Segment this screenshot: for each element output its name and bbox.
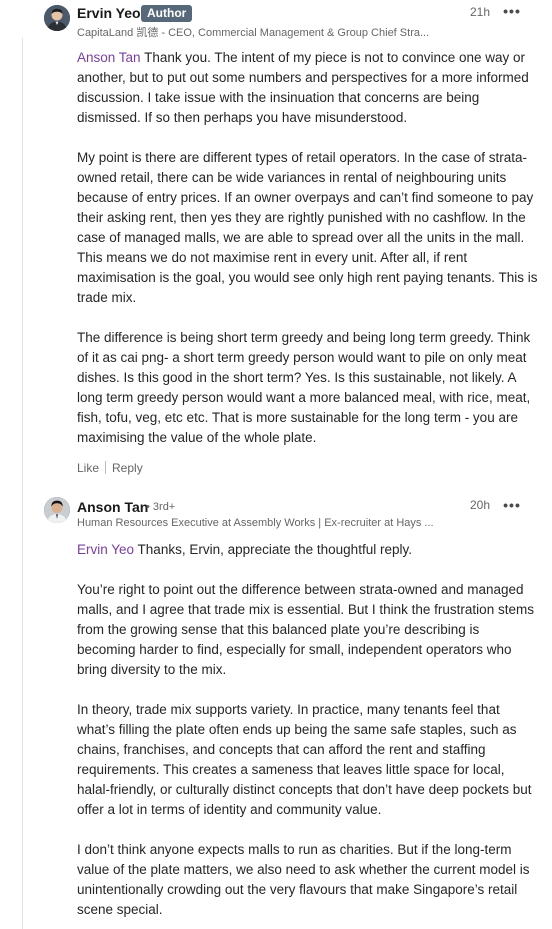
mention-link[interactable]: Ervin Yeo — [77, 542, 134, 557]
thread-line — [22, 38, 23, 929]
comment-paragraph: My point is there are different types of… — [77, 150, 538, 305]
comment-body: Ervin Yeo Thanks, Ervin, appreciate the … — [77, 540, 539, 920]
mention-link[interactable]: Anson Tan — [77, 50, 141, 65]
author-headline: Human Resources Executive at Assembly Wo… — [77, 517, 434, 529]
comment-text: Thanks, Ervin, appreciate the thoughtful… — [134, 542, 412, 557]
comment-paragraph: Anson Tan Thank you. The intent of my pi… — [77, 48, 539, 128]
connection-degree: • 3rd+ — [146, 501, 176, 513]
timestamp: 20h — [470, 498, 491, 512]
comment-paragraph: I don’t think anyone expects malls to ru… — [77, 842, 530, 917]
comment-actions: Like Reply — [77, 461, 143, 475]
comment-paragraph: The difference is being short term greed… — [77, 330, 531, 445]
comment-text: Thank you. The intent of my piece is not… — [77, 50, 529, 125]
author-badge: Author — [141, 5, 193, 22]
comment-paragraph: In theory, trade mix supports variety. I… — [77, 702, 532, 817]
avatar[interactable] — [44, 497, 70, 523]
author-name[interactable]: Ervin Yeo — [77, 5, 141, 21]
like-button[interactable]: Like — [77, 461, 99, 475]
author-name[interactable]: Anson Tan — [77, 499, 148, 515]
comment-paragraph: You’re right to point out the difference… — [77, 582, 534, 677]
ellipsis-icon[interactable]: ••• — [500, 498, 524, 514]
author-headline: CapitaLand 凯德 - CEO, Commercial Manageme… — [77, 27, 430, 39]
ellipsis-icon[interactable]: ••• — [500, 4, 524, 20]
timestamp: 21h — [470, 5, 491, 19]
reply-button[interactable]: Reply — [112, 461, 143, 475]
comment-body: Anson Tan Thank you. The intent of my pi… — [77, 48, 539, 448]
comment-paragraph: Ervin Yeo Thanks, Ervin, appreciate the … — [77, 540, 539, 560]
divider — [105, 461, 107, 474]
avatar[interactable] — [44, 5, 70, 31]
